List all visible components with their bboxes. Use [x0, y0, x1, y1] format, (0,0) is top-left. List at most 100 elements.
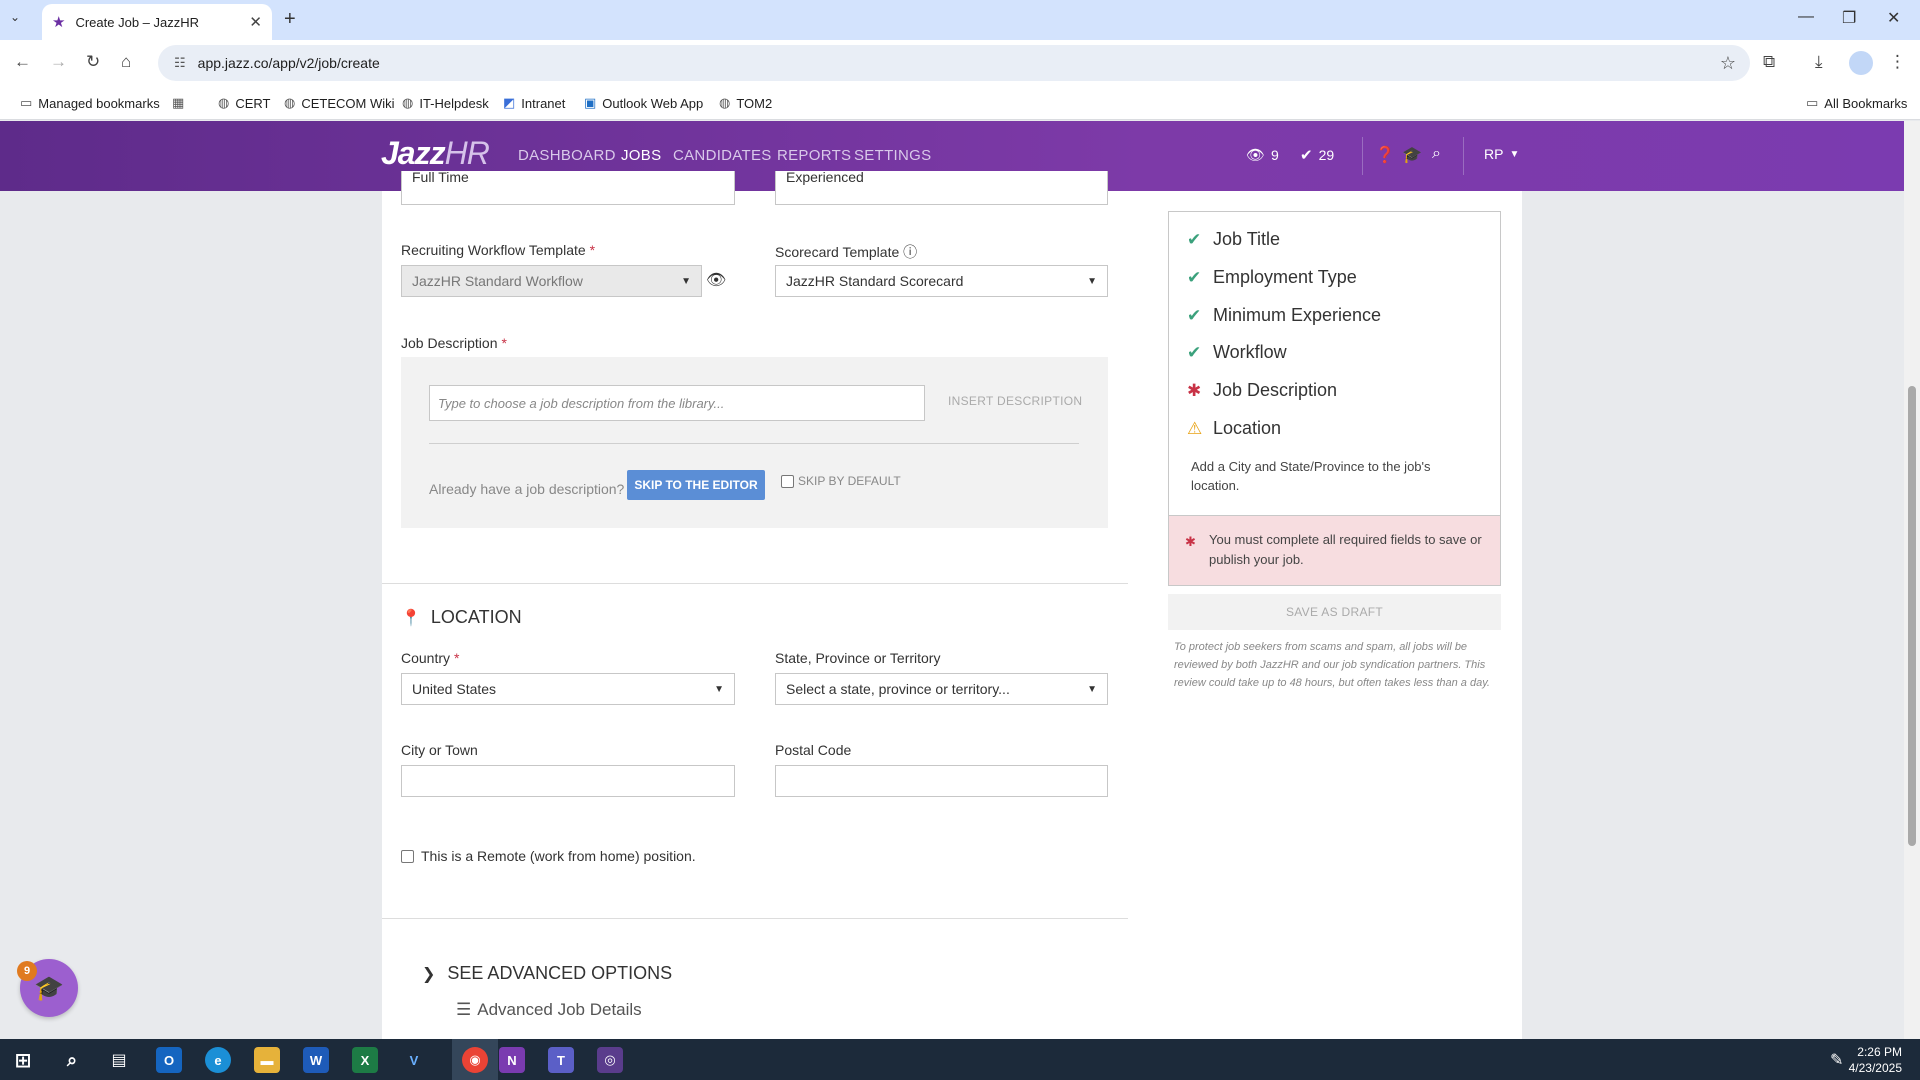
- postal-code-input[interactable]: [775, 765, 1108, 797]
- tab-title: Create Job – JazzHR: [75, 14, 200, 30]
- employment-type-select[interactable]: Full Time: [401, 169, 735, 205]
- all-bookmarks[interactable]: ▭ All Bookmarks: [1806, 95, 1907, 111]
- globe-icon: ◍: [719, 95, 731, 110]
- section-divider: [382, 918, 1128, 919]
- teams-app-icon[interactable]: T: [548, 1047, 574, 1073]
- restore-icon[interactable]: ❐: [1842, 8, 1856, 28]
- caret-down-icon: ▼: [1087, 275, 1097, 287]
- address-bar[interactable]: ☷ app.jazz.co/app/v2/job/create ☆: [158, 45, 1750, 81]
- check-icon: ✔: [1187, 342, 1202, 362]
- sharepoint-icon: ◩: [503, 95, 516, 110]
- scorecard-select[interactable]: JazzHR Standard Scorecard ▼: [775, 265, 1108, 297]
- browser-tab[interactable]: ★ Create Job – JazzHR ✕: [42, 4, 272, 40]
- app-icon[interactable]: ◎: [597, 1047, 623, 1073]
- url-text: app.jazz.co/app/v2/job/create: [197, 55, 380, 71]
- nav-reports[interactable]: REPORTS: [777, 147, 851, 164]
- tasks-counter[interactable]: ✔ 29: [1300, 146, 1334, 164]
- tab-list-icon[interactable]: ⌄: [10, 10, 20, 24]
- excel-app-icon[interactable]: X: [352, 1047, 378, 1073]
- advanced-job-details-link[interactable]: ☰ Advanced Job Details: [456, 1000, 642, 1020]
- bookmark-star-icon[interactable]: ☆: [1720, 53, 1736, 74]
- back-icon[interactable]: ←: [14, 52, 31, 72]
- new-tab-icon[interactable]: +: [284, 8, 296, 31]
- windows-start-icon[interactable]: ⊞: [10, 1047, 36, 1073]
- home-icon[interactable]: ⌂: [121, 52, 131, 72]
- experience-select[interactable]: Experienced: [775, 169, 1108, 205]
- profile-avatar[interactable]: [1849, 51, 1873, 75]
- extensions-icon[interactable]: ⧉: [1763, 52, 1775, 72]
- bookmark-managed[interactable]: ▭ Managed bookmarks: [20, 95, 160, 111]
- bookmark-cetecom-wiki[interactable]: ◍ CETECOM Wiki: [284, 95, 395, 111]
- state-select[interactable]: Select a state, province or territory...…: [775, 673, 1108, 705]
- bookmark-cert[interactable]: ◍ CERT: [218, 95, 271, 111]
- save-as-draft-button[interactable]: SAVE AS DRAFT: [1168, 594, 1501, 630]
- postal-code-label: Postal Code: [775, 742, 852, 758]
- remote-checkbox[interactable]: [401, 849, 414, 863]
- page-scrollbar[interactable]: [1904, 121, 1920, 1039]
- reload-icon[interactable]: ↻: [86, 52, 100, 72]
- onenote-app-icon[interactable]: N: [499, 1047, 525, 1073]
- outlook-app-icon[interactable]: O: [156, 1047, 182, 1073]
- jazzhr-logo[interactable]: JazzHR: [381, 135, 490, 172]
- v-app-icon[interactable]: V: [401, 1047, 427, 1073]
- city-input[interactable]: [401, 765, 735, 797]
- folder-icon: ▭: [20, 95, 33, 110]
- task-view-icon[interactable]: ▤: [106, 1047, 132, 1073]
- graduation-cap-icon[interactable]: 🎓: [1402, 145, 1422, 165]
- insert-description-button[interactable]: INSERT DESCRIPTION: [948, 394, 1082, 408]
- views-counter[interactable]: 👁 9: [1246, 146, 1279, 164]
- state-label: State, Province or Territory: [775, 650, 941, 666]
- downloads-icon[interactable]: ⤓: [1815, 52, 1823, 72]
- skip-by-default-option[interactable]: SKIP BY DEFAULT: [781, 474, 901, 488]
- info-icon[interactable]: ⓘ: [903, 244, 917, 260]
- edge-app-icon[interactable]: e: [205, 1047, 231, 1073]
- bookmark-intranet[interactable]: ◩ Intranet: [503, 95, 565, 111]
- help-circle-icon[interactable]: ❓: [1375, 145, 1395, 165]
- asterisk-icon: ✱: [1187, 380, 1202, 400]
- word-app-icon[interactable]: W: [303, 1047, 329, 1073]
- pen-icon[interactable]: ✎: [1830, 1050, 1843, 1070]
- check-icon: ✔: [1187, 229, 1202, 249]
- site-info-icon[interactable]: ☷: [174, 55, 186, 71]
- remote-option[interactable]: This is a Remote (work from home) positi…: [401, 848, 696, 864]
- chrome-menu-icon[interactable]: ⋮: [1889, 52, 1906, 72]
- skip-by-default-checkbox[interactable]: [781, 474, 794, 488]
- nav-dashboard[interactable]: DASHBOARD: [518, 147, 616, 164]
- globe-icon: ◍: [284, 95, 296, 110]
- chrome-app-icon: ◉: [462, 1047, 488, 1073]
- preview-eye-icon[interactable]: 👁: [706, 270, 726, 290]
- review-notice: To protect job seekers from scams and sp…: [1174, 641, 1490, 689]
- warning-icon: ⚠: [1187, 418, 1203, 438]
- nav-settings[interactable]: SETTINGS: [854, 147, 931, 164]
- apps-grid-icon[interactable]: ▦: [172, 95, 190, 111]
- caret-down-icon: ▼: [714, 683, 724, 695]
- description-library-input[interactable]: Type to choose a job description from th…: [429, 385, 925, 421]
- nav-divider: [1463, 137, 1464, 175]
- workflow-select[interactable]: JazzHR Standard Workflow ▼: [401, 265, 702, 297]
- advanced-options-toggle[interactable]: ❯ SEE ADVANCED OPTIONS: [422, 963, 672, 984]
- checklist-item-employment-type: ✔ Employment Type: [1187, 267, 1357, 287]
- window-close-icon[interactable]: ✕: [1887, 8, 1900, 28]
- taskbar-active-chrome[interactable]: ◉: [452, 1039, 498, 1080]
- nav-candidates[interactable]: CANDIDATES: [673, 147, 772, 164]
- user-menu[interactable]: RP ▼: [1484, 146, 1519, 162]
- forward-icon[interactable]: →: [50, 52, 67, 72]
- bookmark-outlook-web-app[interactable]: ▣ Outlook Web App: [584, 95, 703, 111]
- file-explorer-icon[interactable]: ▬: [254, 1047, 280, 1073]
- check-icon: ✔: [1187, 267, 1202, 287]
- section-divider: [382, 583, 1128, 584]
- scrollbar-thumb[interactable]: [1908, 386, 1916, 846]
- bookmark-it-helpdesk[interactable]: ◍ IT-Helpdesk: [402, 95, 489, 111]
- bookmarks-bar: ▭ Managed bookmarks ▦ ◍ CERT ◍ CETECOM Wiki…: [0, 86, 1920, 120]
- nav-jobs[interactable]: JOBS: [621, 147, 661, 164]
- system-clock[interactable]: 2:26 PM 4/23/2025: [1849, 1044, 1902, 1076]
- help-badge: 9: [17, 961, 37, 981]
- minimize-icon[interactable]: —: [1798, 8, 1814, 26]
- tab-close-icon[interactable]: ✕: [249, 13, 262, 31]
- search-icon[interactable]: ⌕: [59, 1047, 85, 1073]
- city-label: City or Town: [401, 742, 478, 758]
- skip-to-editor-button[interactable]: SKIP TO THE EDITOR: [627, 470, 765, 500]
- country-select[interactable]: United States ▼: [401, 673, 735, 705]
- bookmark-tom2[interactable]: ◍ TOM2: [719, 95, 772, 111]
- search-icon[interactable]: ⌕: [1432, 145, 1441, 163]
